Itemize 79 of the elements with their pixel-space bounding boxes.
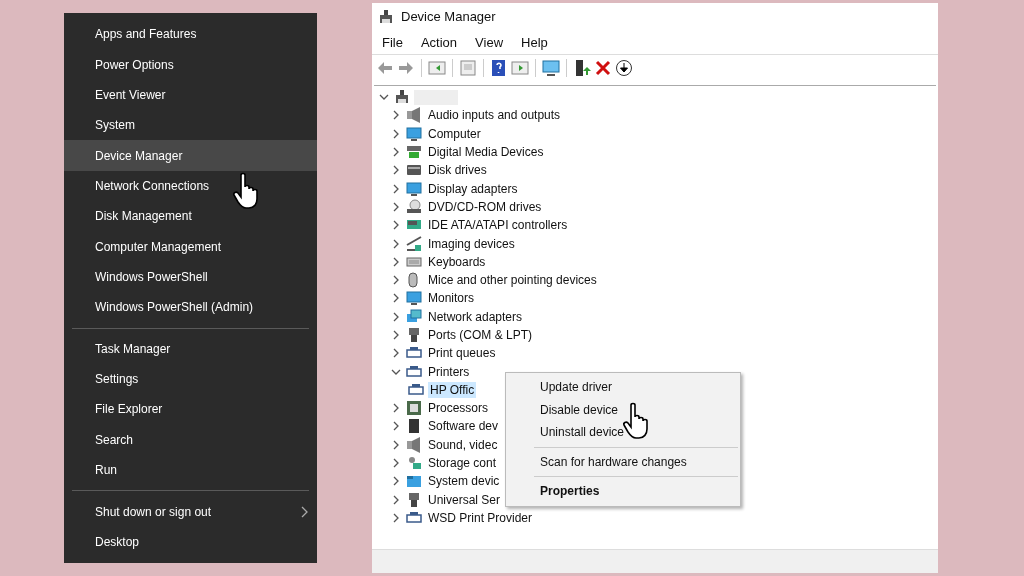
tree-item[interactable]: Universal Ser <box>426 491 503 508</box>
disc-drive-icon <box>406 198 422 215</box>
tree-item[interactable]: Display adapters <box>426 180 520 197</box>
tree-item[interactable]: Ports (COM & LPT) <box>426 327 534 343</box>
menu-item[interactable]: Event Viewer <box>64 79 317 111</box>
menu-bar-item[interactable]: Action <box>420 34 458 50</box>
menu-item[interactable]: Computer Management <box>64 231 317 262</box>
tree-item[interactable]: WSD Print Provider <box>426 509 535 526</box>
menu-bar-item[interactable]: File <box>382 34 403 50</box>
speaker-icon <box>406 107 422 124</box>
tree-item[interactable]: Computer <box>426 125 483 142</box>
menu-item[interactable]: Run <box>64 455 317 486</box>
forward-arrow-icon[interactable] <box>397 59 415 77</box>
menu-item[interactable]: File Explorer <box>64 394 317 425</box>
tree-item[interactable]: Digital Media Devices <box>426 144 546 161</box>
tree-item[interactable]: Sound, videc <box>426 436 500 453</box>
help-icon[interactable] <box>490 59 508 77</box>
chevron-icon <box>301 505 309 518</box>
tree-item[interactable]: Print queues <box>426 345 498 362</box>
printer-icon <box>406 509 422 526</box>
menu-item[interactable]: Windows PowerShell (Admin) <box>64 292 317 323</box>
scanner-icon <box>406 235 422 252</box>
storage-icon <box>406 455 422 472</box>
network-icon <box>406 308 422 325</box>
menu-item[interactable]: Desktop <box>64 526 317 558</box>
tree-item[interactable]: Software dev <box>426 418 501 435</box>
menu-bar-item[interactable]: View <box>475 34 504 50</box>
monitor-icon <box>406 180 422 197</box>
menu-item[interactable]: Apps and Features <box>64 19 317 50</box>
printer-icon <box>378 8 394 25</box>
monitor-icon <box>406 125 422 142</box>
menu-item[interactable]: System <box>64 110 317 141</box>
tree-item[interactable]: Network adapters <box>426 308 525 325</box>
printer-icon <box>406 363 422 380</box>
context-menu-item[interactable]: Uninstall device <box>506 421 740 444</box>
tower-icon <box>406 418 422 435</box>
tree-item[interactable]: Imaging devices <box>426 235 517 252</box>
menu-item[interactable]: Power Options <box>64 49 317 80</box>
tree-item[interactable]: Keyboards <box>426 253 488 270</box>
tree-item[interactable]: Storage cont <box>426 455 499 472</box>
menu-item[interactable]: Network Connections <box>64 170 317 202</box>
tree-item[interactable]: IDE ATA/ATAPI controllers <box>426 217 570 234</box>
tree-item[interactable]: Processors <box>426 400 491 417</box>
tree-item[interactable]: DVD/CD-ROM drives <box>426 198 544 215</box>
download-icon[interactable] <box>615 59 633 77</box>
connector-icon <box>406 491 422 508</box>
tree-item[interactable]: Printers <box>426 363 472 380</box>
context-menu-item[interactable]: Properties <box>506 480 740 503</box>
chip-icon <box>406 400 422 417</box>
window-title: Device Manager <box>401 9 496 24</box>
speaker-icon <box>406 436 422 453</box>
context-menu-item[interactable]: Update driver <box>506 376 740 399</box>
monitor-icon <box>406 290 422 307</box>
tree-item[interactable]: HP Offic <box>428 381 477 398</box>
tree-item[interactable]: System devic <box>426 473 502 490</box>
printer-icon <box>408 381 424 398</box>
context-menu-item[interactable]: Scan for hardware changes <box>506 450 740 473</box>
device-icon <box>406 144 422 161</box>
menu-item[interactable]: Disk Management <box>64 201 317 232</box>
tree-item[interactable]: Monitors <box>426 290 476 307</box>
menu-item[interactable]: Task Manager <box>64 333 317 364</box>
menu-item[interactable]: Settings <box>64 363 317 395</box>
menu-item[interactable]: Shut down or sign out <box>64 496 317 527</box>
menu-item[interactable]: Device Manager <box>64 140 317 171</box>
computer-icon <box>394 89 410 106</box>
tree-item[interactable]: Disk drives <box>426 162 489 179</box>
panel-icon[interactable] <box>511 59 529 77</box>
tree-item[interactable]: Mice and other pointing devices <box>426 272 599 289</box>
folder-icon <box>406 473 422 490</box>
menu-bar-item[interactable]: Help <box>521 34 548 50</box>
context-menu-item[interactable]: Disable device <box>506 398 740 421</box>
panel-icon[interactable] <box>428 59 446 77</box>
connector-icon <box>406 327 422 343</box>
menu-item[interactable]: Windows PowerShell <box>64 261 317 293</box>
monitor-icon[interactable] <box>542 59 560 77</box>
delete-icon[interactable] <box>594 59 612 77</box>
menu-item[interactable]: Search <box>64 424 317 455</box>
tree-item[interactable]: Audio inputs and outputs <box>426 107 563 124</box>
update-driver-icon[interactable] <box>573 59 591 77</box>
